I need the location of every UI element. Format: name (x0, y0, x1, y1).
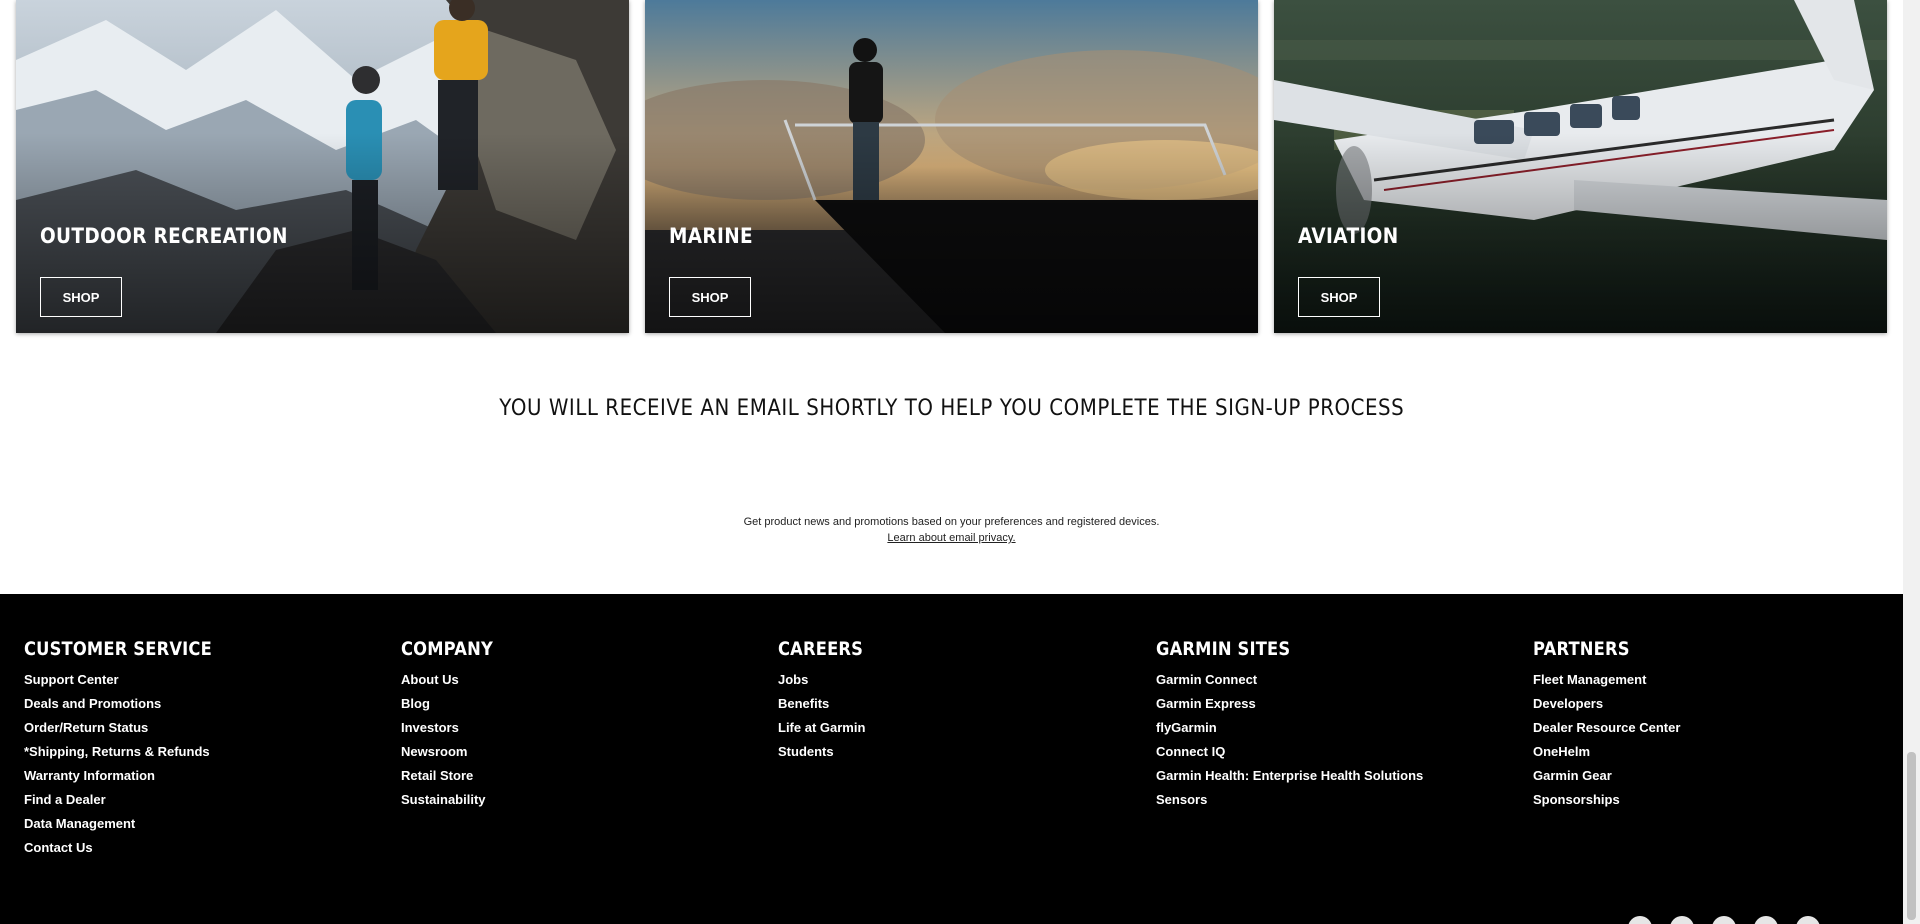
page-scrollbar[interactable] (1903, 0, 1920, 924)
footer-link[interactable]: Deals and Promotions (24, 692, 243, 716)
promo-block: Get product news and promotions based on… (0, 514, 1903, 546)
footer-column-garmin-sites: GARMIN SITES Garmin Connect Garmin Expre… (1156, 638, 1423, 812)
footer-heading: COMPANY (401, 638, 493, 660)
card-marine[interactable]: MARINE SHOP (645, 0, 1258, 333)
shop-button[interactable]: SHOP (669, 277, 751, 317)
footer-link[interactable]: Life at Garmin (778, 716, 877, 740)
shop-button[interactable]: SHOP (40, 277, 122, 317)
footer-link[interactable]: Garmin Connect (1156, 668, 1423, 692)
footer-column-careers: CAREERS Jobs Benefits Life at Garmin Stu… (778, 638, 877, 764)
footer-link[interactable]: Investors (401, 716, 508, 740)
footer-heading: CUSTOMER SERVICE (24, 638, 212, 660)
scrollbar-thumb[interactable] (1907, 752, 1916, 920)
signup-message-text: YOU WILL RECEIVE AN EMAIL SHORTLY TO HEL… (499, 396, 1404, 421)
footer-link[interactable]: Blog (401, 692, 508, 716)
social-links (1628, 916, 1820, 924)
footer-link[interactable]: Sponsorships (1533, 788, 1680, 812)
footer-link[interactable]: Garmin Health: Enterprise Health Solutio… (1156, 764, 1423, 788)
youtube-icon[interactable] (1712, 916, 1736, 924)
footer-link[interactable]: Fleet Management (1533, 668, 1680, 692)
footer-link[interactable]: Sustainability (401, 788, 508, 812)
footer-link[interactable]: Newsroom (401, 740, 508, 764)
footer-link[interactable]: Support Center (24, 668, 243, 692)
footer-heading: CAREERS (778, 638, 864, 660)
footer-heading: GARMIN SITES (1156, 638, 1291, 660)
footer-heading: PARTNERS (1533, 638, 1630, 660)
footer-link[interactable]: Dealer Resource Center (1533, 716, 1680, 740)
footer-link[interactable]: *Shipping, Returns & Refunds (24, 740, 243, 764)
footer-link[interactable]: Retail Store (401, 764, 508, 788)
footer-link[interactable]: Garmin Express (1156, 692, 1423, 716)
footer-link[interactable]: About Us (401, 668, 508, 692)
category-cards: OUTDOOR RECREATION SHOP MARINE SHOP AVIA… (16, 0, 1888, 333)
footer-link[interactable]: Sensors (1156, 788, 1423, 812)
footer-link[interactable]: Find a Dealer (24, 788, 243, 812)
card-title: OUTDOOR RECREATION (40, 224, 288, 248)
card-outdoor-recreation[interactable]: OUTDOOR RECREATION SHOP (16, 0, 629, 333)
footer-link[interactable]: Data Management (24, 812, 243, 836)
footer-link[interactable]: Contact Us (24, 836, 243, 860)
pinterest-icon[interactable] (1754, 916, 1778, 924)
footer-column-company: COMPANY About Us Blog Investors Newsroom… (401, 638, 508, 812)
footer-link[interactable]: Order/Return Status (24, 716, 243, 740)
footer-link[interactable]: Garmin Gear (1533, 764, 1680, 788)
footer-link[interactable]: Developers (1533, 692, 1680, 716)
page: OUTDOOR RECREATION SHOP MARINE SHOP AVIA… (0, 0, 1903, 924)
facebook-icon[interactable] (1628, 916, 1652, 924)
promo-text: Get product news and promotions based on… (743, 516, 1160, 528)
footer-column-partners: PARTNERS Fleet Management Developers Dea… (1533, 638, 1680, 812)
signup-confirmation: YOU WILL RECEIVE AN EMAIL SHORTLY TO HEL… (0, 396, 1903, 421)
email-privacy-link[interactable]: Learn about email privacy. (887, 532, 1015, 544)
footer-link[interactable]: Warranty Information (24, 764, 243, 788)
footer-link[interactable]: Connect IQ (1156, 740, 1423, 764)
footer-column-customer-service: CUSTOMER SERVICE Support Center Deals an… (24, 638, 243, 860)
instagram-icon[interactable] (1796, 916, 1820, 924)
card-aviation[interactable]: AVIATION SHOP (1274, 0, 1887, 333)
twitter-icon[interactable] (1670, 916, 1694, 924)
footer: CUSTOMER SERVICE Support Center Deals an… (0, 594, 1903, 924)
card-title: AVIATION (1298, 224, 1399, 248)
card-title: MARINE (669, 224, 754, 248)
footer-link[interactable]: flyGarmin (1156, 716, 1423, 740)
footer-link[interactable]: OneHelm (1533, 740, 1680, 764)
footer-link[interactable]: Jobs (778, 668, 877, 692)
footer-link[interactable]: Benefits (778, 692, 877, 716)
footer-link[interactable]: Students (778, 740, 877, 764)
shop-button[interactable]: SHOP (1298, 277, 1380, 317)
